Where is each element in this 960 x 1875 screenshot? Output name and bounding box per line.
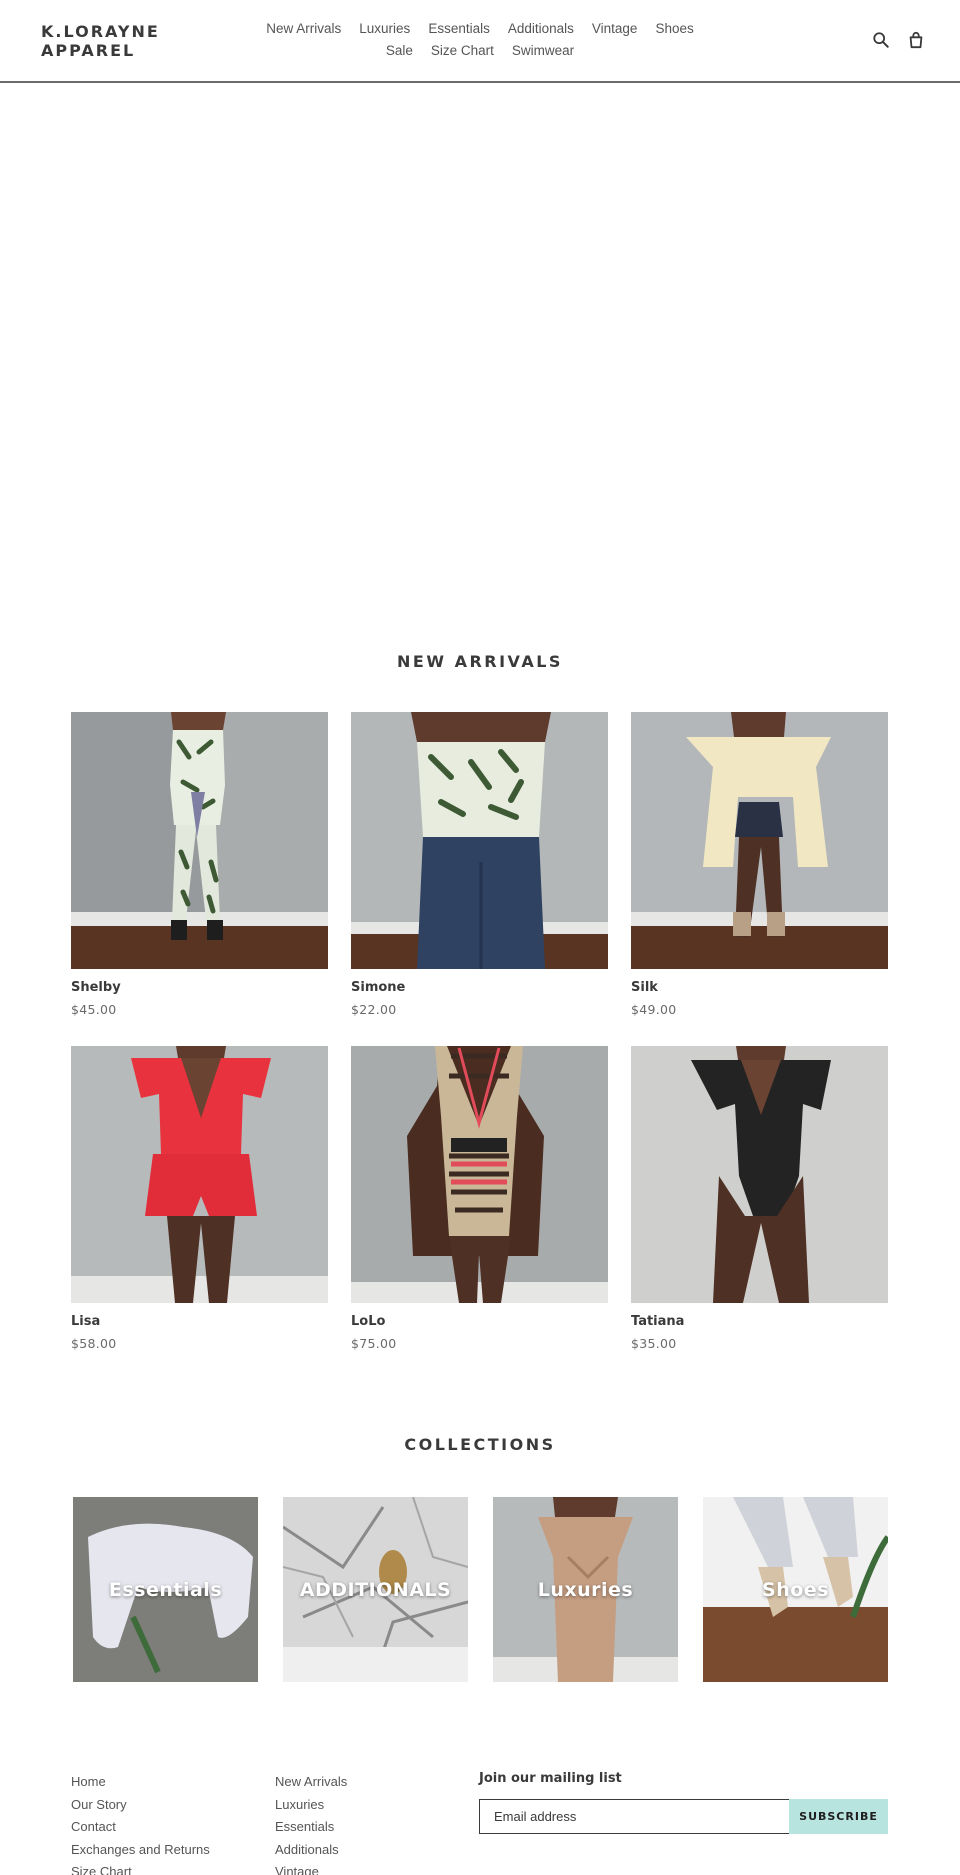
- email-field[interactable]: [479, 1799, 790, 1834]
- footer-link-exchanges[interactable]: Exchanges and Returns: [71, 1839, 210, 1862]
- product-price: $22.00: [351, 1002, 397, 1017]
- product-price: $75.00: [351, 1336, 397, 1351]
- collection-essentials[interactable]: Essentials: [73, 1497, 258, 1682]
- main-nav: New Arrivals Luxuries Essentials Additio…: [256, 18, 704, 62]
- new-arrivals-title: NEW ARRIVALS: [397, 652, 563, 671]
- nav-item-swimwear[interactable]: Swimwear: [503, 40, 583, 62]
- footer-link-home[interactable]: Home: [71, 1771, 210, 1794]
- product-name[interactable]: Lisa: [71, 1314, 328, 1329]
- product-name[interactable]: Simone: [351, 980, 608, 995]
- footer-link-size-chart[interactable]: Size Chart: [71, 1861, 210, 1875]
- nav-item-additionals[interactable]: Additionals: [499, 18, 583, 40]
- collection-label: ADDITIONALS: [299, 1578, 452, 1601]
- product-card[interactable]: Shelby $45.00: [71, 712, 328, 1017]
- nav-item-new-arrivals[interactable]: New Arrivals: [257, 18, 350, 40]
- product-card[interactable]: LoLo $75.00: [351, 1046, 608, 1351]
- search-icon[interactable]: [869, 28, 893, 52]
- product-image[interactable]: [71, 712, 328, 969]
- cart-icon[interactable]: [904, 28, 928, 52]
- product-name[interactable]: Tatiana: [631, 1314, 888, 1329]
- footer-links-main: Home Our Story Contact Exchanges and Ret…: [71, 1771, 210, 1875]
- site-header: K.LORAYNE APPAREL New Arrivals Luxuries …: [0, 0, 960, 83]
- product-price: $35.00: [631, 1336, 677, 1351]
- product-image[interactable]: [631, 712, 888, 969]
- nav-item-shoes[interactable]: Shoes: [646, 18, 702, 40]
- hero-banner: [0, 83, 960, 606]
- collection-label: Shoes: [762, 1578, 829, 1601]
- product-image[interactable]: [71, 1046, 328, 1303]
- collections-title: COLLECTIONS: [404, 1435, 556, 1454]
- nav-item-sale[interactable]: Sale: [377, 40, 422, 62]
- collection-label: Essentials: [108, 1578, 223, 1601]
- product-name[interactable]: Silk: [631, 980, 888, 995]
- mailing-list-title: Join our mailing list: [479, 1771, 622, 1786]
- nav-item-luxuries[interactable]: Luxuries: [350, 18, 419, 40]
- nav-item-essentials[interactable]: Essentials: [419, 18, 499, 40]
- product-name[interactable]: Shelby: [71, 980, 328, 995]
- site-logo[interactable]: K.LORAYNE APPAREL: [41, 22, 181, 60]
- collection-luxuries[interactable]: Luxuries: [493, 1497, 678, 1682]
- product-price: $45.00: [71, 1002, 117, 1017]
- product-image[interactable]: [631, 1046, 888, 1303]
- footer-link-our-story[interactable]: Our Story: [71, 1794, 210, 1817]
- footer-link-new-arrivals[interactable]: New Arrivals: [275, 1771, 347, 1794]
- product-card[interactable]: Simone $22.00: [351, 712, 608, 1017]
- collection-label: Luxuries: [537, 1578, 634, 1601]
- footer-links-shop: New Arrivals Luxuries Essentials Additio…: [275, 1771, 347, 1875]
- product-price: $58.00: [71, 1336, 117, 1351]
- product-card[interactable]: Lisa $58.00: [71, 1046, 328, 1351]
- footer-link-essentials[interactable]: Essentials: [275, 1816, 347, 1839]
- product-card[interactable]: Silk $49.00: [631, 712, 888, 1017]
- collection-shoes[interactable]: Shoes: [703, 1497, 888, 1682]
- product-image[interactable]: [351, 1046, 608, 1303]
- footer-link-contact[interactable]: Contact: [71, 1816, 210, 1839]
- nav-item-size-chart[interactable]: Size Chart: [422, 40, 503, 62]
- footer-link-luxuries[interactable]: Luxuries: [275, 1794, 347, 1817]
- footer-link-additionals[interactable]: Additionals: [275, 1839, 347, 1862]
- product-price: $49.00: [631, 1002, 677, 1017]
- nav-item-vintage[interactable]: Vintage: [583, 18, 647, 40]
- product-image[interactable]: [351, 712, 608, 969]
- product-card[interactable]: Tatiana $35.00: [631, 1046, 888, 1351]
- subscribe-button[interactable]: SUBSCRIBE: [789, 1799, 888, 1834]
- footer-link-vintage[interactable]: Vintage: [275, 1861, 347, 1875]
- product-name[interactable]: LoLo: [351, 1314, 608, 1329]
- collection-additionals[interactable]: ADDITIONALS: [283, 1497, 468, 1682]
